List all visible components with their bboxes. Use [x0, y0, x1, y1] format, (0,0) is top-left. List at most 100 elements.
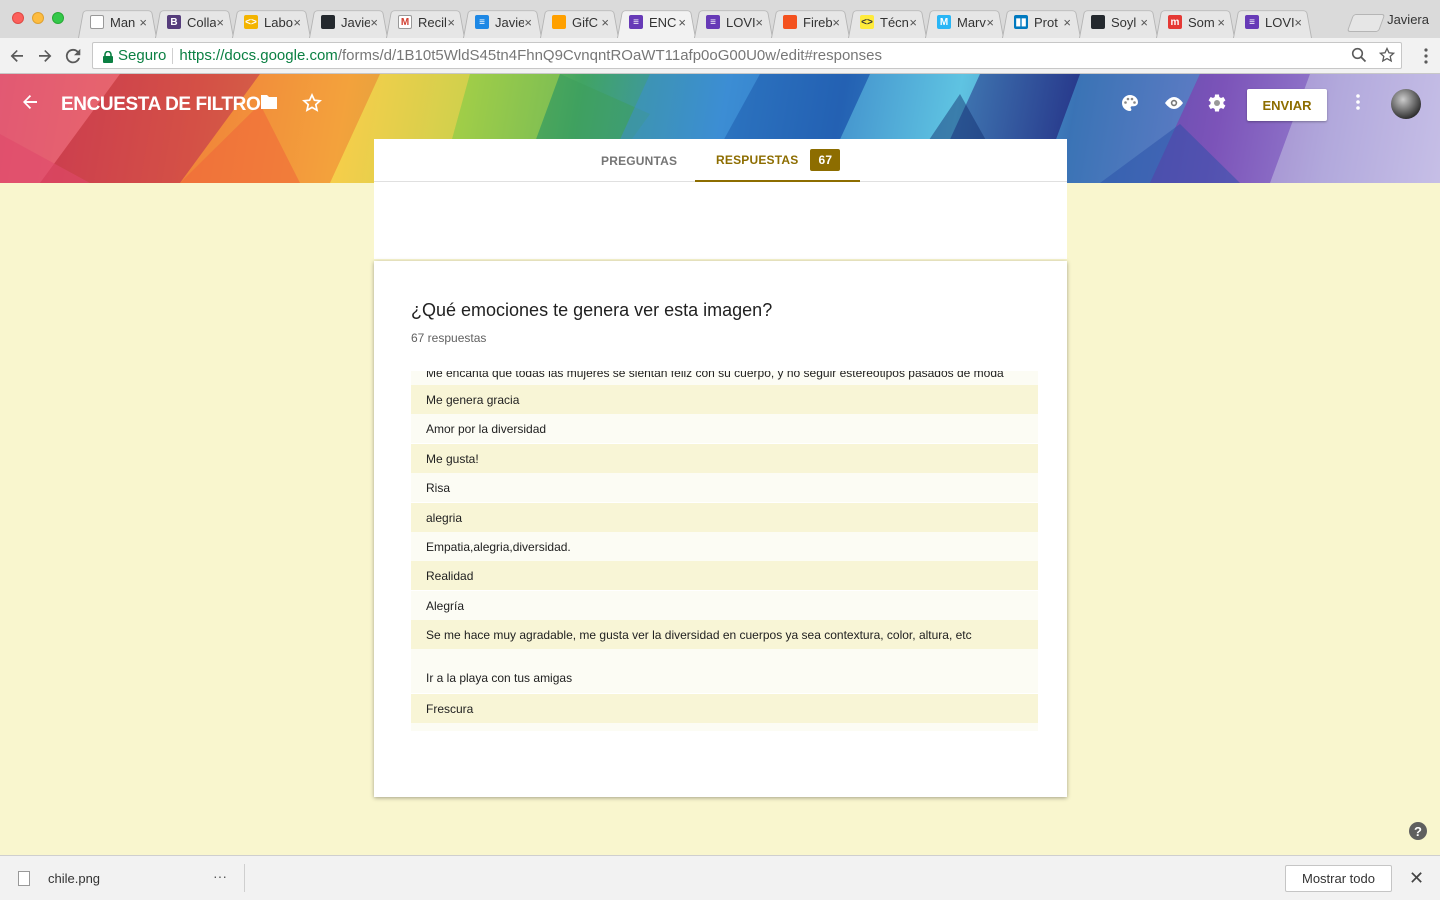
preview-eye-icon[interactable] — [1163, 93, 1185, 118]
close-downloads-icon[interactable]: ✕ — [1409, 868, 1424, 889]
tab-questions[interactable]: PREGUNTAS — [601, 139, 677, 182]
browser-tab[interactable]: Fireb × — [771, 6, 850, 38]
browser-tab-title: LOVI — [1265, 14, 1295, 30]
image-file-icon — [18, 871, 30, 886]
send-button[interactable]: ENVIAR — [1247, 89, 1327, 121]
tab-close-icon[interactable]: × — [524, 15, 532, 30]
browser-tab[interactable]: Man × — [78, 6, 157, 38]
chrome-menu-icon[interactable] — [1424, 48, 1428, 69]
tab-close-icon[interactable]: × — [216, 15, 224, 30]
settings-gear-icon[interactable] — [1207, 93, 1227, 118]
account-avatar[interactable] — [1391, 89, 1421, 119]
filter-icon: ≡ — [475, 15, 489, 29]
forms-icon: ≡ — [706, 15, 720, 29]
folder-icon[interactable] — [259, 93, 279, 116]
maximize-window-button[interactable] — [52, 12, 64, 24]
tab-close-icon[interactable]: × — [1217, 15, 1225, 30]
zoom-search-icon[interactable] — [1351, 47, 1367, 67]
browser-tab[interactable]: GifC × — [540, 6, 619, 38]
browser-tab-title: Colla — [187, 14, 217, 30]
github-icon — [1091, 15, 1105, 29]
download-more-icon[interactable]: ··· — [213, 868, 227, 884]
back-arrow-icon[interactable] — [5, 44, 29, 68]
star-icon[interactable] — [302, 92, 322, 118]
browser-tab-title: ENC — [649, 14, 677, 30]
browser-tab-title: Javie — [495, 14, 525, 30]
back-arrow-icon[interactable] — [20, 92, 40, 117]
question-summary-card: ¿Qué emociones te genera ver esta imagen… — [374, 261, 1067, 797]
question-title: ¿Qué emociones te genera ver esta imagen… — [411, 300, 773, 320]
browser-tab[interactable]: ≡ LOVI × — [1233, 6, 1312, 38]
form-tabs-card: PREGUNTAS RESPUESTAS 67 — [374, 139, 1067, 259]
browser-tab[interactable]: <> Labo × — [232, 6, 311, 38]
tab-close-icon[interactable]: × — [1294, 15, 1302, 30]
firebase-icon — [783, 15, 797, 29]
browser-tab[interactable]: Soyl × — [1079, 6, 1158, 38]
responses-list[interactable]: Me encanta que todas las mujeres se sien… — [411, 371, 1038, 731]
browser-tab-bar: Man × B Colla × <> Labo × Javie × M Recil × ≡ Javie × Gi… — [0, 0, 1440, 38]
firebase-icon — [552, 15, 566, 29]
browser-tab[interactable]: Javie × — [309, 6, 388, 38]
code-icon: <> — [860, 15, 874, 29]
tab-close-icon[interactable]: × — [755, 15, 763, 30]
browser-tab[interactable]: ≡ ENC × — [617, 6, 696, 38]
browser-tab-title: Soyl — [1111, 14, 1137, 30]
response-count: 67 respuestas — [411, 331, 487, 345]
tab-close-icon[interactable]: × — [1140, 15, 1148, 30]
code-icon: <> — [244, 15, 258, 29]
response-item: Empatia,alegria,diversidad. — [411, 532, 1038, 561]
address-bar[interactable]: Seguro https://docs.google.com /forms/d/… — [92, 42, 1402, 69]
browser-tab[interactable]: ≡ LOVI × — [694, 6, 773, 38]
trello-icon: ▮▮ — [1014, 15, 1028, 29]
tab-close-icon[interactable]: × — [986, 15, 994, 30]
browser-tab-title: Técn — [880, 14, 909, 30]
browser-tab[interactable]: B Colla × — [155, 6, 234, 38]
tab-close-icon[interactable]: × — [293, 15, 301, 30]
browser-tab[interactable]: ≡ Javie × — [463, 6, 542, 38]
downloads-divider — [244, 864, 245, 892]
reload-icon[interactable] — [61, 44, 85, 68]
url-path: /forms/d/1B10t5WldS45tn4FhnQ9CvnqntROaWT… — [337, 47, 882, 64]
response-item: Alegría — [411, 591, 1038, 620]
help-icon[interactable]: ? — [1409, 822, 1427, 840]
forms-icon: ≡ — [629, 15, 643, 29]
tab-close-icon[interactable]: × — [601, 15, 609, 30]
new-tab-button[interactable] — [1346, 14, 1386, 32]
response-item: Me gusta! — [411, 444, 1038, 473]
bookmark-star-icon[interactable] — [1378, 46, 1396, 67]
download-file-name[interactable]: chile.png — [48, 871, 100, 886]
browser-tab[interactable]: <> Técn × — [848, 6, 927, 38]
tab-close-icon[interactable]: × — [832, 15, 840, 30]
github-icon — [321, 15, 335, 29]
browser-tab[interactable]: ▮▮ Prot × — [1002, 6, 1081, 38]
response-item: Realidad — [411, 561, 1038, 590]
tab-close-icon[interactable]: × — [139, 15, 147, 30]
show-all-downloads-button[interactable]: Mostrar todo — [1285, 865, 1392, 892]
tab-close-icon[interactable]: × — [909, 15, 917, 30]
browser-tab-title: Som — [1188, 14, 1215, 30]
minimize-window-button[interactable] — [32, 12, 44, 24]
tab-responses[interactable]: RESPUESTAS 67 — [695, 139, 860, 182]
forward-arrow-icon[interactable] — [33, 44, 57, 68]
tab-close-icon[interactable]: × — [678, 15, 686, 30]
browser-tab[interactable]: m Som × — [1156, 6, 1235, 38]
close-window-button[interactable] — [12, 12, 24, 24]
response-item — [411, 723, 1038, 731]
tab-responses-label: RESPUESTAS — [716, 152, 799, 167]
browser-tab[interactable]: M Recil × — [386, 6, 465, 38]
more-options-icon[interactable] — [1356, 93, 1360, 116]
palette-icon[interactable] — [1120, 93, 1140, 118]
browser-tab-title: GifC — [572, 14, 598, 30]
form-title[interactable]: ENCUESTA DE FILTRO — [61, 94, 261, 116]
response-item: Se me hace muy agradable, me gusta ver l… — [411, 620, 1038, 649]
profile-name[interactable]: Javiera — [1387, 12, 1429, 27]
tab-close-icon[interactable]: × — [370, 15, 378, 30]
responses-count-badge: 67 — [810, 148, 841, 171]
response-item: Frescura — [411, 694, 1038, 723]
browser-tab[interactable]: M Marv × — [925, 6, 1004, 38]
tab-close-icon[interactable]: × — [447, 15, 455, 30]
browser-tabs: Man × B Colla × <> Labo × Javie × M Recil × ≡ Javie × Gi… — [78, 6, 1310, 38]
forms-icon: ≡ — [1245, 15, 1259, 29]
browser-tab-title: Man — [110, 14, 136, 30]
tab-close-icon[interactable]: × — [1063, 15, 1071, 30]
